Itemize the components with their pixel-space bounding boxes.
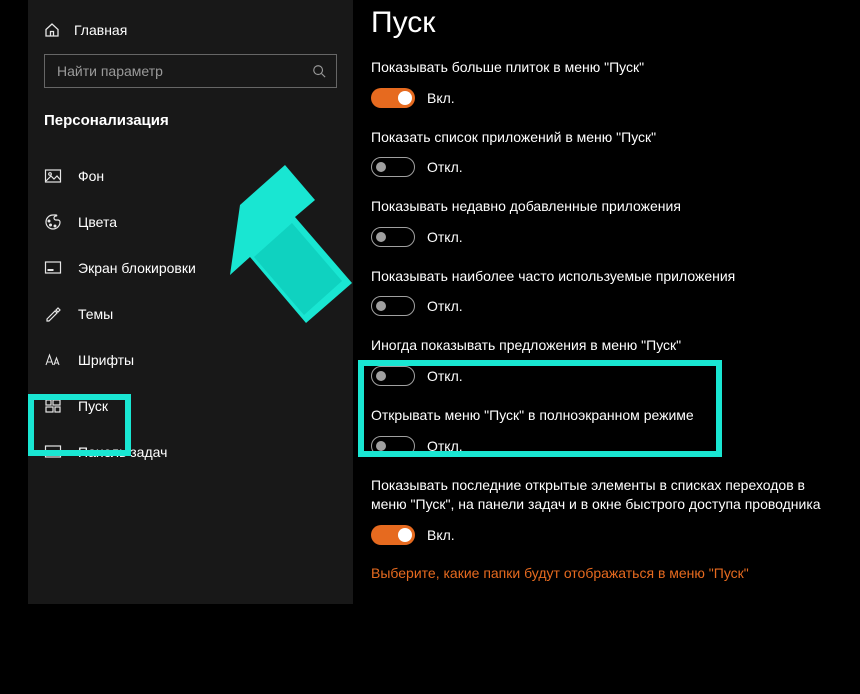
toggle-app-list[interactable] [371,157,415,177]
section-title: Персонализация [28,98,353,139]
sidebar-item-label: Цвета [78,214,117,230]
setting-more-tiles: Показывать больше плиток в меню "Пуск" В… [371,58,830,108]
toggle-recent-jumplist[interactable] [371,525,415,545]
setting-caption: Открывать меню "Пуск" в полноэкранном ре… [371,406,830,426]
setting-caption: Показывать последние открытые элементы в… [371,476,830,515]
toggle-state-label: Откл. [427,229,463,245]
setting-caption: Показывать больше плиток в меню "Пуск" [371,58,830,78]
toggle-most-used[interactable] [371,296,415,316]
palette-icon [44,213,62,231]
taskbar-icon [44,443,62,461]
toggle-recently-added[interactable] [371,227,415,247]
sidebar-item-label: Панель задач [78,444,167,460]
search-icon [312,64,326,78]
setting-recent-jumplist: Показывать последние открытые элементы в… [371,476,830,545]
sidebar-item-taskbar[interactable]: Панель задач [28,429,353,475]
home-label: Главная [74,22,127,38]
toggle-state-label: Откл. [427,159,463,175]
setting-most-used: Показывать наиболее часто используемые п… [371,267,830,317]
toggle-state-label: Откл. [427,368,463,384]
sidebar-item-fonts[interactable]: Шрифты [28,337,353,383]
setting-caption: Показать список приложений в меню "Пуск" [371,128,830,148]
sidebar-item-lockscreen[interactable]: Экран блокировки [28,245,353,291]
start-tiles-icon [44,397,62,415]
picture-icon [44,167,62,185]
toggle-more-tiles[interactable] [371,88,415,108]
toggle-suggestions[interactable] [371,366,415,386]
toggle-state-label: Вкл. [427,90,455,106]
sidebar-item-background[interactable]: Фон [28,153,353,199]
main-content: Пуск Показывать больше плиток в меню "Пу… [353,0,860,694]
sidebar: Главная Персонализация [28,0,353,604]
search-input[interactable] [55,62,312,80]
toggle-fullscreen-start[interactable] [371,436,415,456]
setting-caption: Показывать наиболее часто используемые п… [371,267,830,287]
toggle-state-label: Вкл. [427,527,455,543]
search-wrap [28,44,353,98]
setting-app-list: Показать список приложений в меню "Пуск"… [371,128,830,178]
toggle-state-label: Откл. [427,298,463,314]
sidebar-item-themes[interactable]: Темы [28,291,353,337]
page-title: Пуск [371,6,830,40]
setting-caption: Иногда показывать предложения в меню "Пу… [371,336,830,356]
nav-list: Фон Цвета [28,153,353,475]
sidebar-item-label: Темы [78,306,113,322]
setting-fullscreen-start: Открывать меню "Пуск" в полноэкранном ре… [371,406,830,456]
setting-recently-added: Показывать недавно добавленные приложени… [371,197,830,247]
settings-window: Главная Персонализация [0,0,860,694]
setting-caption: Показывать недавно добавленные приложени… [371,197,830,217]
sidebar-item-label: Шрифты [78,352,134,368]
sidebar-item-colors[interactable]: Цвета [28,199,353,245]
home-icon [44,22,60,38]
sidebar-item-label: Пуск [78,398,108,414]
home-row[interactable]: Главная [28,16,353,44]
lockscreen-icon [44,259,62,277]
folders-link[interactable]: Выберите, какие папки будут отображаться… [371,565,830,581]
fonts-icon [44,351,62,369]
search-box[interactable] [44,54,337,88]
toggle-state-label: Откл. [427,438,463,454]
sidebar-item-label: Экран блокировки [78,260,196,276]
sidebar-item-start[interactable]: Пуск [28,383,353,429]
sidebar-item-label: Фон [78,168,104,184]
themes-icon [44,305,62,323]
setting-suggestions: Иногда показывать предложения в меню "Пу… [371,336,830,386]
